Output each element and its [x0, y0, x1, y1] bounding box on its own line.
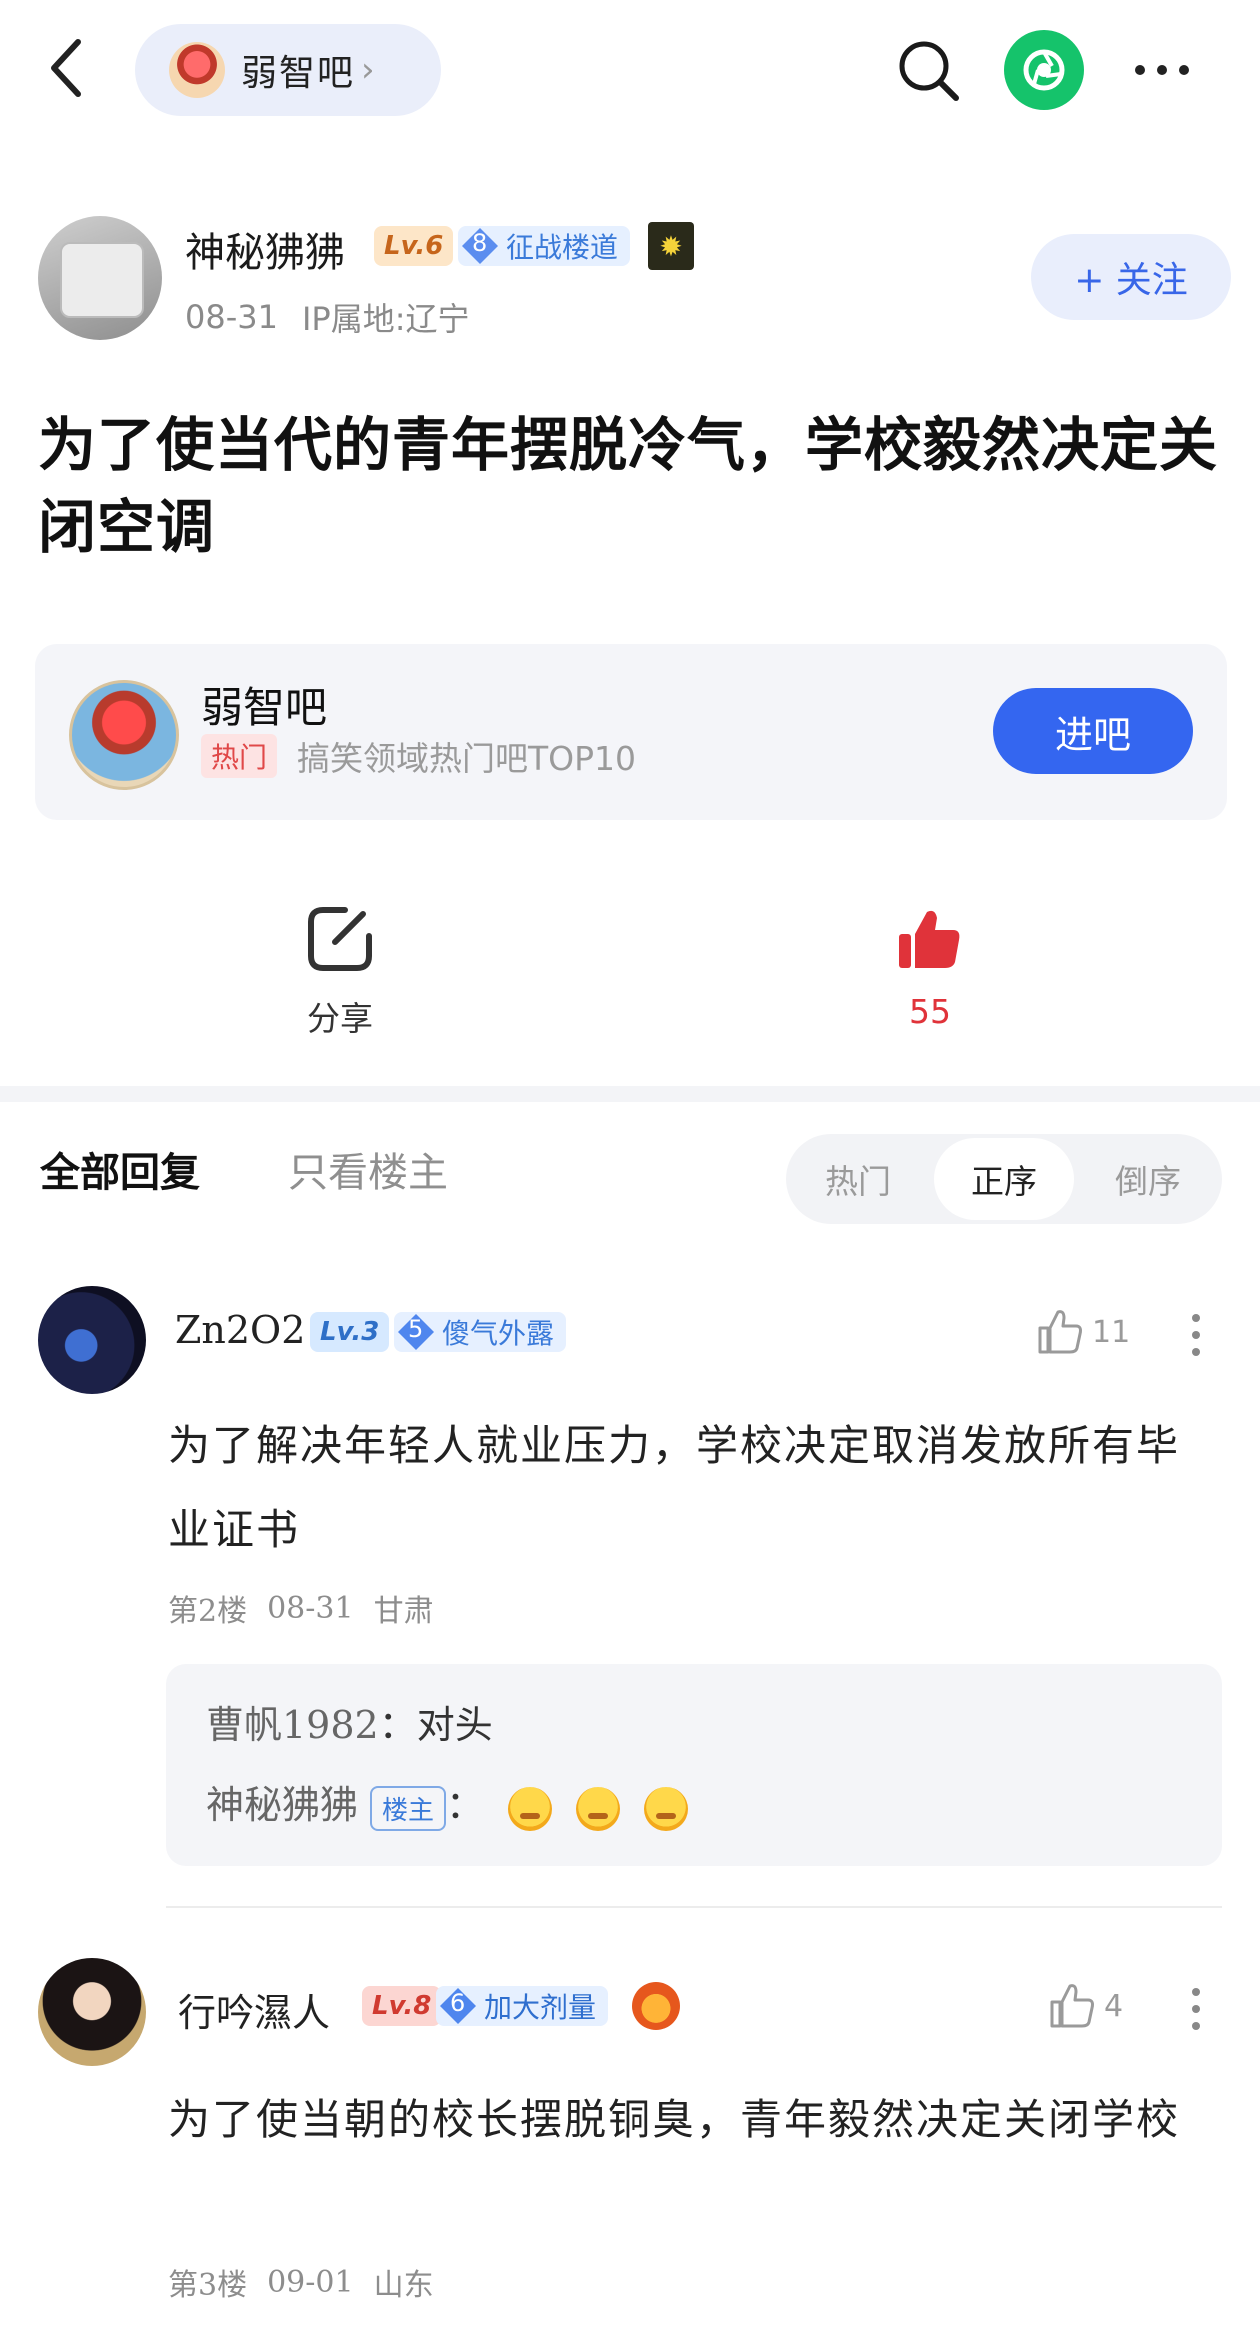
section-divider	[0, 1086, 1260, 1102]
search-icon	[899, 41, 959, 101]
thinking-emoji-icon	[576, 1786, 621, 1831]
comment-avatar[interactable]	[38, 1958, 146, 2066]
comment-avatar[interactable]	[38, 1286, 146, 1394]
forum-card-description: 搞笑领域热门吧TOP10	[297, 739, 637, 778]
tab-owner-only[interactable]: 只看楼主	[288, 1140, 448, 1198]
title-rank: 6	[450, 1989, 466, 2017]
comment-like-button[interactable]: 11	[1036, 1308, 1130, 1356]
title-text: 加大剂量	[484, 1991, 597, 2024]
chevron-right-icon: ›	[361, 50, 375, 90]
title-text: 傻气外露	[442, 1317, 555, 1350]
sub-reply: 神秘狒狒 楼主：	[206, 1774, 689, 1831]
comment-location: 甘肃	[373, 1594, 434, 1629]
comment-like-button[interactable]: 4	[1048, 1982, 1123, 2030]
comment-date: 08-31	[267, 1590, 354, 1626]
comment-more-button[interactable]	[1190, 1986, 1202, 2036]
level-badge: Lv.3	[310, 1312, 390, 1352]
comment-like-count: 4	[1104, 1988, 1124, 2024]
back-button[interactable]	[40, 36, 100, 100]
forum-card-avatar	[69, 680, 179, 790]
share-shutter-icon	[1023, 49, 1065, 91]
title-badge: 5 傻气外露	[394, 1312, 567, 1352]
fire-medal-icon	[632, 1982, 680, 2030]
more-vertical-icon	[1192, 1314, 1200, 1356]
sort-descending[interactable]: 倒序	[1078, 1134, 1218, 1224]
title-rank: 8	[472, 229, 488, 257]
forum-avatar	[169, 42, 225, 98]
more-vertical-icon	[1192, 1988, 1200, 2030]
comment-date: 09-01	[267, 2264, 354, 2300]
share-arrow-icon	[308, 907, 372, 971]
share-action[interactable]: 分享	[290, 906, 390, 1040]
sort-hot[interactable]: 热门	[788, 1134, 928, 1224]
forum-pill[interactable]: 弱智吧 ›	[135, 24, 441, 116]
owner-tag: 楼主	[370, 1786, 447, 1831]
medal-icon: ✹	[648, 222, 694, 270]
title-text: 征战楼道	[506, 231, 619, 264]
title-rank: 5	[408, 1315, 424, 1343]
floor-number: 第2楼	[168, 1594, 248, 1629]
search-button[interactable]	[896, 38, 960, 102]
more-button[interactable]	[1130, 50, 1194, 90]
level-badge: Lv.8	[362, 1986, 442, 2026]
comment-username[interactable]: Zn2O2	[175, 1308, 305, 1352]
enter-forum-button[interactable]: 进吧	[993, 688, 1193, 774]
comment-location: 山东	[373, 2268, 434, 2303]
comment-more-button[interactable]	[1190, 1312, 1202, 1362]
comment-divider	[166, 1906, 1222, 1908]
chevron-left-icon	[51, 39, 81, 97]
sub-reply-user[interactable]: 神秘狒狒	[206, 1783, 358, 1827]
like-action[interactable]: 55	[880, 906, 980, 1031]
forum-card-name: 弱智吧	[201, 683, 328, 732]
forum-pill-name: 弱智吧	[241, 53, 356, 94]
comment-username[interactable]: 行吟濕人	[178, 1982, 330, 2037]
post-date: 08-31	[185, 298, 278, 336]
sub-reply: 曹帆1982：对头	[206, 1703, 493, 1747]
comment-like-count: 11	[1092, 1314, 1131, 1350]
author-avatar[interactable]	[38, 216, 162, 340]
author-name[interactable]: 神秘狒狒	[185, 220, 345, 278]
sort-toggle: 热门 正序 倒序	[786, 1134, 1222, 1224]
sub-reply-box[interactable]: 曹帆1982：对头 神秘狒狒 楼主：	[166, 1664, 1222, 1866]
comment-meta: 第3楼 09-01 山东	[168, 2260, 434, 2304]
level-badge: Lv.6	[374, 226, 454, 266]
thumbs-up-outline-icon	[1038, 1310, 1082, 1354]
sub-reply-user[interactable]: 曹帆1982	[206, 1703, 379, 1747]
author-meta: 08-31 IP属地:辽宁	[185, 294, 470, 340]
comment-text: 为了使当朝的校长摆脱铜臭，青年毅然决定关闭学校	[168, 2095, 1181, 2144]
share-label: 分享	[307, 999, 373, 1038]
sub-reply-text: 对头	[416, 1703, 493, 1747]
forum-card[interactable]: 弱智吧 热门 搞笑领域热门吧TOP10 进吧	[35, 644, 1227, 820]
title-badge: 8 征战楼道	[458, 226, 631, 266]
like-count: 55	[909, 992, 951, 1031]
more-horizontal-icon	[1135, 65, 1189, 75]
thinking-emoji-icon	[644, 1786, 689, 1831]
comment-meta: 第2楼 08-31 甘肃	[168, 1586, 434, 1630]
title-badge: 6 加大剂量	[436, 1986, 609, 2026]
comment-text: 为了解决年轻人就业压力，学校决定取消发放所有毕业证书	[168, 1421, 1181, 1554]
floor-number: 第3楼	[168, 2268, 248, 2303]
thumbs-up-icon	[899, 910, 960, 968]
share-app-button[interactable]	[1004, 30, 1084, 110]
thinking-emoji-icon	[508, 1786, 553, 1831]
sort-ascending[interactable]: 正序	[934, 1138, 1074, 1220]
hot-tag: 热门	[201, 734, 278, 778]
ip-location: IP属地:辽宁	[301, 300, 470, 338]
follow-button[interactable]: + 关注	[1031, 234, 1231, 320]
post-title: 为了使当代的青年摆脱冷气，学校毅然决定关闭空调	[38, 411, 1219, 561]
thumbs-up-outline-icon	[1050, 1984, 1094, 2028]
tab-all-replies[interactable]: 全部回复	[40, 1140, 200, 1198]
